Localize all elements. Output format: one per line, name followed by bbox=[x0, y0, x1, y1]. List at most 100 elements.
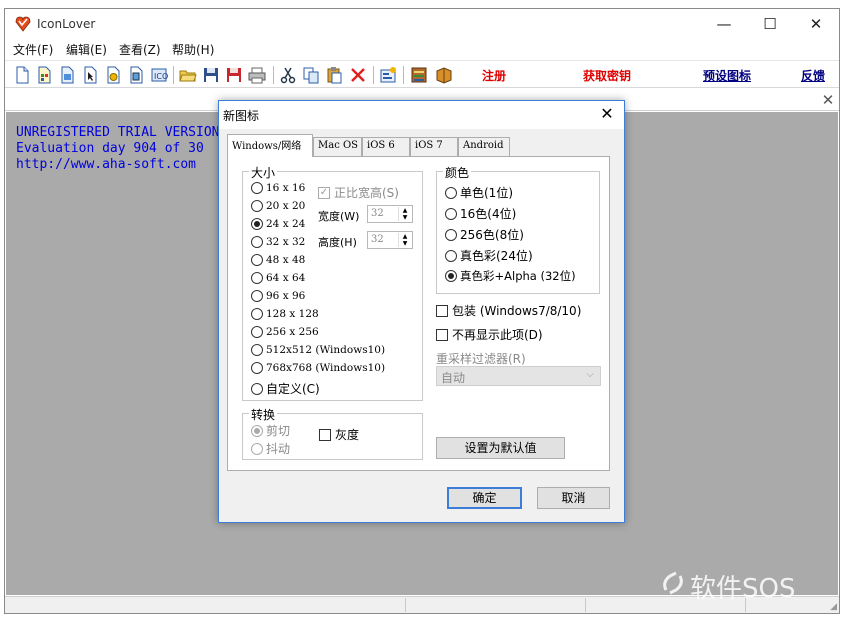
properties-icon[interactable] bbox=[379, 66, 397, 84]
save-icon[interactable] bbox=[202, 66, 220, 84]
new-animated-cursor-icon[interactable] bbox=[104, 66, 122, 84]
menu-file[interactable]: 文件(F) bbox=[13, 41, 53, 58]
status-divider bbox=[585, 598, 586, 612]
create-windows-icon[interactable]: ICO bbox=[150, 66, 168, 84]
toolbar-separator bbox=[403, 66, 404, 84]
print-icon[interactable] bbox=[248, 66, 266, 84]
menu-edit[interactable]: 编辑(E) bbox=[66, 41, 107, 58]
close-button[interactable]: ✕ bbox=[793, 9, 839, 39]
convert-dither-radio[interactable]: 抖动 bbox=[251, 440, 290, 457]
paste-icon[interactable] bbox=[325, 66, 343, 84]
pack-checkbox[interactable]: 包装 (Windows7/8/10) bbox=[436, 302, 581, 319]
dialog-title-bar: 新图标 ✕ bbox=[219, 101, 624, 129]
grayscale-checkbox[interactable]: 灰度 bbox=[319, 426, 359, 443]
height-value: 32 bbox=[371, 234, 384, 245]
stepper-arrows-icon[interactable]: ▲ ▼ bbox=[398, 207, 411, 221]
size-option-512[interactable]: 512x512 (Windows10) bbox=[251, 344, 385, 356]
minimize-button[interactable]: — bbox=[701, 9, 747, 39]
register-link[interactable]: 注册 bbox=[482, 67, 506, 84]
color-group-label: 颜色 bbox=[443, 164, 472, 181]
color-option-8bit[interactable]: 256色(8位) bbox=[445, 226, 524, 243]
resample-filter-value: 自动 bbox=[441, 371, 466, 385]
height-label: 高度(H) bbox=[318, 236, 357, 249]
cancel-button[interactable]: 取消 bbox=[537, 487, 610, 509]
dont-show-checkbox[interactable]: 不再显示此项(D) bbox=[436, 326, 543, 343]
new-icon-library-icon[interactable] bbox=[127, 66, 145, 84]
preset-icons-link[interactable]: 预设图标 bbox=[703, 67, 751, 84]
new-icon[interactable] bbox=[13, 66, 31, 84]
color-option-1bit[interactable]: 单色(1位) bbox=[445, 184, 513, 201]
toolbar-separator bbox=[373, 66, 374, 84]
cut-icon[interactable] bbox=[279, 66, 297, 84]
convert-group-label: 转换 bbox=[249, 406, 278, 423]
new-image-list-icon[interactable] bbox=[58, 66, 76, 84]
close-document-icon[interactable]: ✕ bbox=[819, 90, 837, 110]
dialog-close-icon[interactable]: ✕ bbox=[596, 103, 618, 125]
save-all-icon[interactable] bbox=[225, 66, 243, 84]
width-label: 宽度(W) bbox=[318, 210, 360, 223]
maximize-button[interactable]: ☐ bbox=[747, 9, 793, 39]
delete-icon[interactable] bbox=[349, 66, 367, 84]
set-default-button[interactable]: 设置为默认值 bbox=[436, 437, 565, 459]
size-option-48[interactable]: 48 x 48 bbox=[251, 254, 305, 266]
convert-group: 转换 剪切 抖动 灰度 bbox=[242, 406, 423, 460]
resample-filter-select[interactable]: 自动 ⌵ bbox=[436, 366, 601, 386]
open-folder-icon[interactable] bbox=[179, 66, 197, 84]
new-icon-dialog: 新图标 ✕ Windows/网络 Mac OS iOS 6 iOS 7 Andr… bbox=[218, 100, 625, 523]
tab-windows[interactable]: Windows/网络 bbox=[227, 134, 313, 157]
size-option-768[interactable]: 768x768 (Windows10) bbox=[251, 362, 385, 374]
size-option-64[interactable]: 64 x 64 bbox=[251, 272, 305, 284]
windows-tab-panel: 大小 16 x 16 20 x 20 24 x 24 32 x 32 48 x … bbox=[227, 156, 610, 471]
height-stepper[interactable]: 32 ▲ ▼ bbox=[367, 231, 413, 249]
width-value: 32 bbox=[371, 208, 384, 219]
svg-text:ICO: ICO bbox=[154, 72, 168, 81]
status-divider bbox=[405, 598, 406, 612]
iconlover-logo-icon bbox=[15, 16, 31, 32]
tab-ios-7[interactable]: iOS 7 bbox=[410, 137, 458, 156]
get-key-link[interactable]: 获取密钥 bbox=[583, 67, 631, 84]
size-option-32[interactable]: 32 x 32 bbox=[251, 236, 305, 248]
toolbar-separator bbox=[273, 66, 274, 84]
color-option-24bit[interactable]: 真色彩(24位) bbox=[445, 247, 533, 264]
width-stepper[interactable]: 32 ▲ ▼ bbox=[367, 205, 413, 223]
size-option-custom[interactable]: 自定义(C) bbox=[251, 380, 320, 397]
new-cursor-icon[interactable] bbox=[81, 66, 99, 84]
copy-icon[interactable] bbox=[302, 66, 320, 84]
evaluation-days-line: Evaluation day 904 of 30 bbox=[16, 141, 204, 156]
size-option-128[interactable]: 128 x 128 bbox=[251, 308, 319, 320]
resources-icon[interactable] bbox=[410, 66, 428, 84]
tab-ios-6[interactable]: iOS 6 bbox=[362, 137, 410, 156]
resample-label: 重采样过滤器(R) bbox=[436, 352, 526, 366]
feedback-link[interactable]: 反馈 bbox=[801, 67, 825, 84]
title-bar: IconLover — ☐ ✕ bbox=[5, 9, 839, 39]
dialog-title: 新图标 bbox=[223, 109, 260, 123]
toolbar: ICO 注册 获取密钥 预设图标 反馈 bbox=[5, 60, 839, 88]
size-option-20[interactable]: 20 x 20 bbox=[251, 200, 305, 212]
menu-bar: 文件(F) 编辑(E) 查看(Z) 帮助(H) bbox=[5, 39, 839, 59]
new-library-icon[interactable] bbox=[35, 66, 53, 84]
proportional-checkbox[interactable]: ✓ 正比宽高(S) bbox=[318, 184, 399, 201]
size-option-256[interactable]: 256 x 256 bbox=[251, 326, 319, 338]
size-option-96[interactable]: 96 x 96 bbox=[251, 290, 305, 302]
color-group: 颜色 单色(1位) 16色(4位) 256色(8位) 真色彩(24位) 真色彩+… bbox=[436, 164, 600, 294]
size-group: 大小 16 x 16 20 x 20 24 x 24 32 x 32 48 x … bbox=[242, 164, 423, 401]
menu-view[interactable]: 查看(Z) bbox=[119, 41, 161, 58]
library-book-icon[interactable] bbox=[435, 66, 453, 84]
vendor-url-line: http://www.aha-soft.com bbox=[16, 157, 197, 172]
resize-grip-icon[interactable]: ◢ bbox=[830, 602, 837, 612]
tab-mac-os[interactable]: Mac OS bbox=[313, 137, 362, 156]
toolbar-separator bbox=[173, 66, 174, 84]
size-group-label: 大小 bbox=[249, 164, 278, 181]
watermark-logo-icon bbox=[663, 571, 683, 595]
ok-button[interactable]: 确定 bbox=[447, 487, 522, 509]
size-option-16[interactable]: 16 x 16 bbox=[251, 182, 305, 194]
stepper-arrows-icon[interactable]: ▲ ▼ bbox=[398, 233, 411, 247]
tab-android[interactable]: Android bbox=[458, 137, 510, 156]
color-option-4bit[interactable]: 16色(4位) bbox=[445, 205, 516, 222]
size-option-24[interactable]: 24 x 24 bbox=[251, 218, 305, 230]
color-option-32bit[interactable]: 真色彩+Alpha (32位) bbox=[445, 268, 576, 284]
app-title: IconLover bbox=[37, 17, 96, 31]
convert-crop-radio[interactable]: 剪切 bbox=[251, 422, 290, 439]
menu-help[interactable]: 帮助(H) bbox=[172, 41, 214, 58]
chevron-down-icon: ⌵ bbox=[586, 369, 594, 380]
